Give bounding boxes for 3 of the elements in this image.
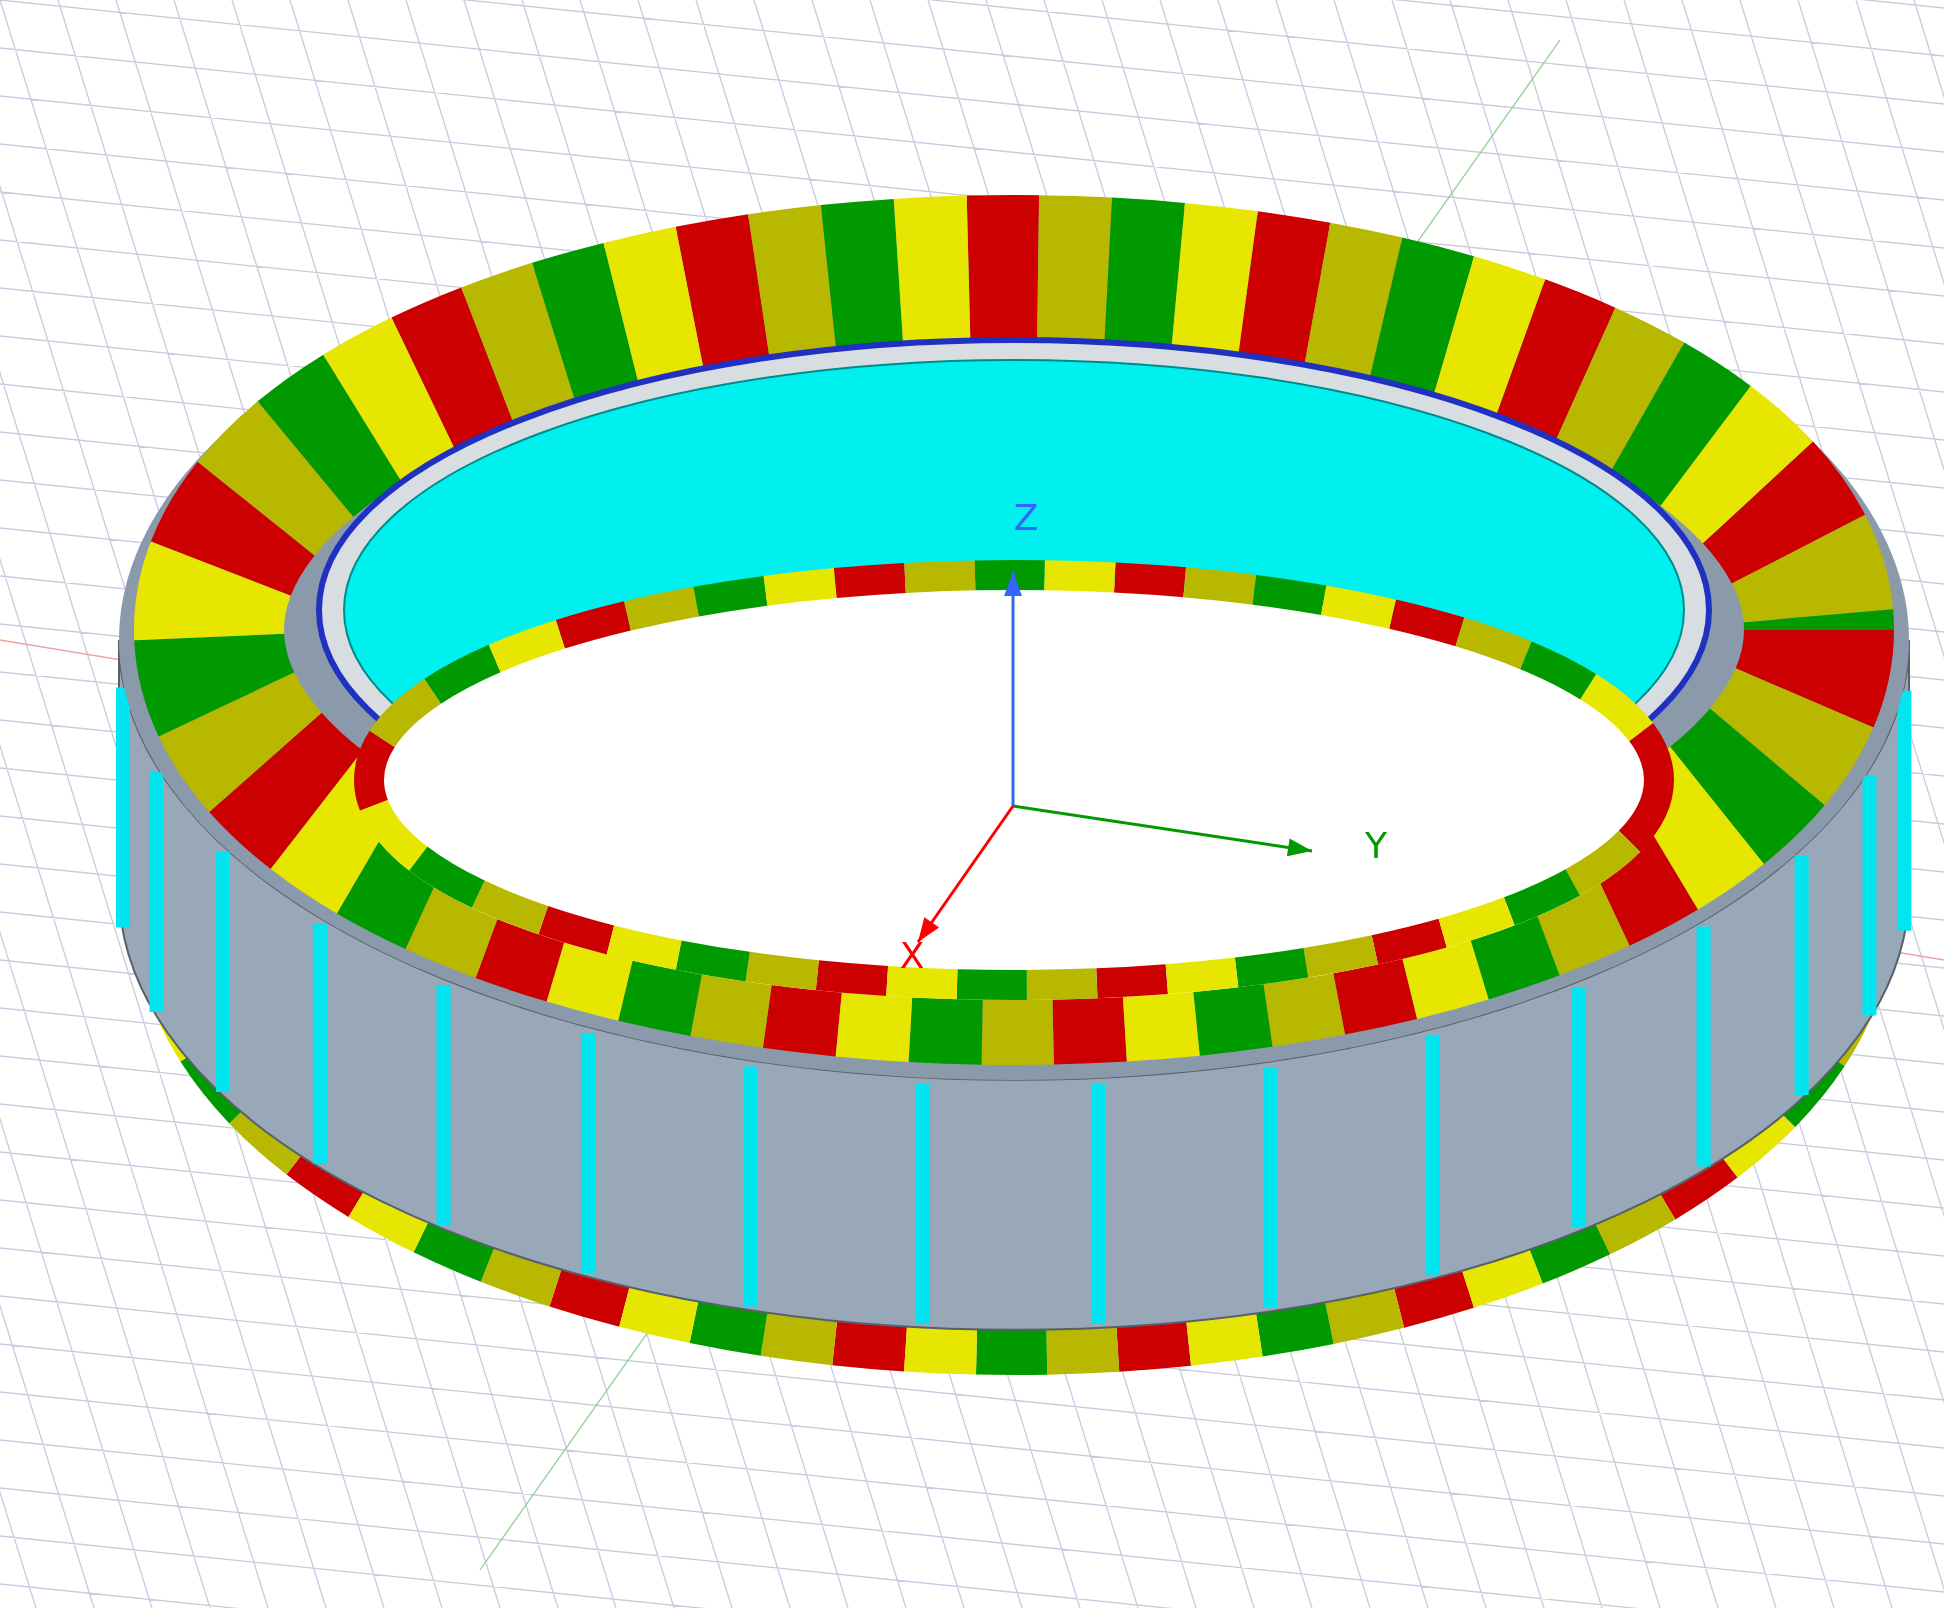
- axis-label: X: [899, 935, 925, 976]
- axis-label: Z: [1013, 497, 1039, 538]
- axis-label: Y: [1365, 825, 1387, 866]
